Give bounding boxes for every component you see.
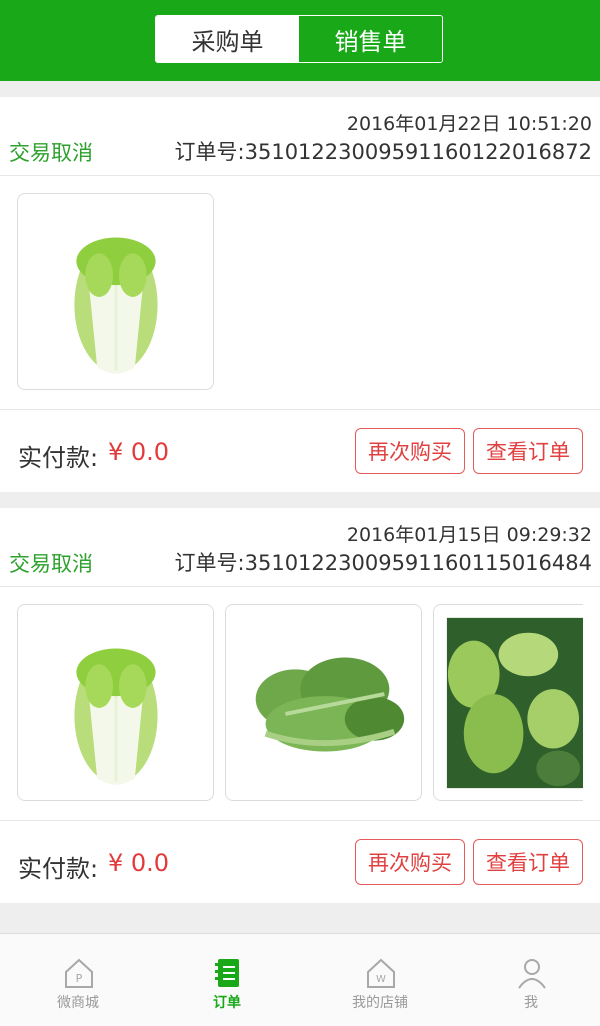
rebuy-button[interactable]: 再次购买 xyxy=(355,839,465,885)
paid-amount: ¥ 0.0 xyxy=(108,849,170,877)
product-list[interactable] xyxy=(0,176,600,410)
store-home-icon: P xyxy=(65,958,93,988)
bokchoy-image[interactable] xyxy=(433,604,583,801)
tab-label: 订单 xyxy=(213,995,241,1011)
order-footer: 实付款: ¥ 0.0 再次购买 查看订单 xyxy=(0,410,600,492)
order-number: 订单号:3510122300959116011501648​4 xyxy=(174,551,592,575)
order-type-switch: 采购单 销售单 xyxy=(155,15,443,63)
paid-amount: ¥ 0.0 xyxy=(108,438,170,466)
paid-label: 实付款: xyxy=(18,855,99,883)
order-meta: 2016年01月15日 09:29:32 交易取消 订单号:3510122300… xyxy=(0,508,600,587)
view-order-button[interactable]: 查看订单 xyxy=(473,428,583,474)
tab-me[interactable]: 我 xyxy=(471,934,591,1026)
order-meta: 2016年01月22日 10:51:20 交易取消 订单号:3510122300… xyxy=(0,97,600,176)
cabbage-image[interactable] xyxy=(17,604,214,801)
tab-orders[interactable]: 订单 xyxy=(167,934,287,1026)
order-card[interactable]: 2016年01月22日 10:51:20 交易取消 订单号:3510122300… xyxy=(0,97,600,492)
order-book-icon xyxy=(215,959,239,987)
tab-my-store[interactable]: W 我的店铺 xyxy=(320,934,440,1026)
order-date: 2016年01月22日 10:51:20 xyxy=(346,113,592,135)
cabbage-image[interactable] xyxy=(17,193,214,390)
order-footer: 实付款: ¥ 0.0 再次购买 查看订单 xyxy=(0,821,600,903)
greens-image[interactable] xyxy=(225,604,422,801)
tab-sales-orders[interactable]: 销售单 xyxy=(299,16,442,62)
tab-purchase-orders[interactable]: 采购单 xyxy=(156,16,299,62)
svg-text:P: P xyxy=(76,972,83,985)
product-list[interactable] xyxy=(0,587,600,821)
svg-text:W: W xyxy=(376,974,386,985)
user-icon xyxy=(518,959,546,989)
view-order-button[interactable]: 查看订单 xyxy=(473,839,583,885)
tab-label: 微商城 xyxy=(57,995,99,1011)
bottom-tab-bar: P 微商城 订单 W 我的店铺 我 xyxy=(0,933,600,1026)
tab-micro-mall[interactable]: P 微商城 xyxy=(18,934,138,1026)
paid-label: 实付款: xyxy=(18,444,99,472)
order-status: 交易取消 xyxy=(9,552,93,576)
order-card[interactable]: 2016年01月15日 09:29:32 交易取消 订单号:3510122300… xyxy=(0,508,600,903)
tab-label: 我 xyxy=(524,995,538,1011)
tab-label: 我的店铺 xyxy=(352,995,408,1011)
order-date: 2016年01月15日 09:29:32 xyxy=(346,524,592,546)
order-status: 交易取消 xyxy=(9,141,93,165)
order-number: 订单号:351012230095911601220168​72 xyxy=(174,140,592,164)
header-bar: 采购单 销售单 xyxy=(0,0,600,81)
my-store-icon: W xyxy=(367,958,395,988)
rebuy-button[interactable]: 再次购买 xyxy=(355,428,465,474)
